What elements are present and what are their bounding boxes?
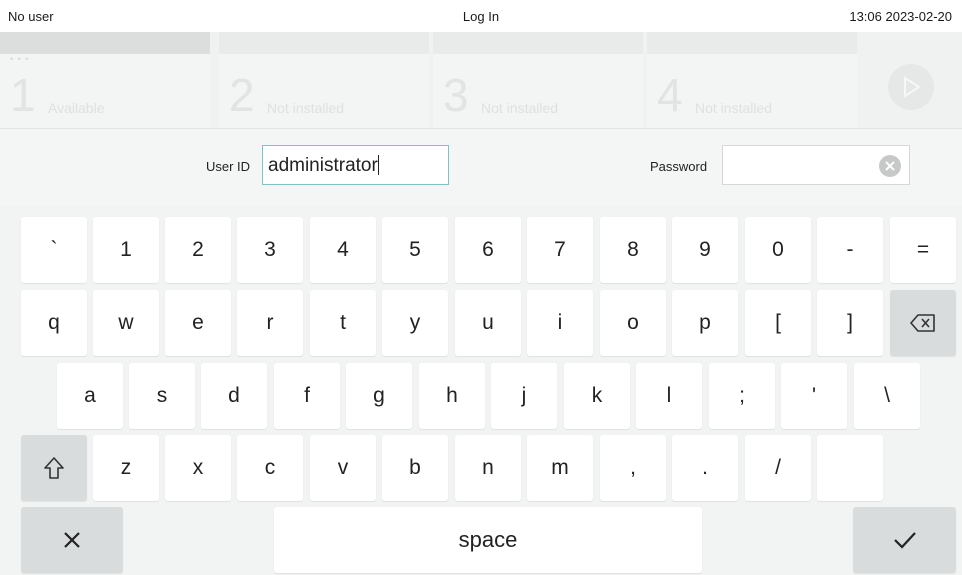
key[interactable]: 0 [745,217,811,283]
key[interactable]: [ [745,290,811,356]
key[interactable]: q [21,290,87,356]
key[interactable]: k [564,363,630,429]
key[interactable]: j [491,363,557,429]
key[interactable]: 4 [310,217,376,283]
key[interactable]: p [672,290,738,356]
top-bar: No user Log In 13:06 2023-02-20 [0,0,962,32]
key[interactable]: 9 [672,217,738,283]
key[interactable]: 7 [527,217,593,283]
key[interactable]: l [636,363,702,429]
key[interactable]: s [129,363,195,429]
slot-number: 4 [657,69,683,121]
close-icon [885,161,895,171]
key[interactable]: m [527,435,593,501]
key[interactable]: 8 [600,217,666,283]
key[interactable]: / [745,435,811,501]
slot-1: • • • 1 Available [0,32,210,128]
text-caret [377,155,379,175]
datetime: 13:06 2023-02-20 [849,9,952,24]
key[interactable]: u [455,290,521,356]
key[interactable]: r [237,290,303,356]
key[interactable]: n [455,435,521,501]
page-title: Log In [462,9,500,24]
key[interactable]: y [382,290,448,356]
key[interactable]: c [237,435,303,501]
key[interactable]: , [600,435,666,501]
key[interactable]: 2 [165,217,231,283]
key[interactable]: = [890,217,956,283]
cancel-button[interactable] [21,507,123,573]
key[interactable]: z [93,435,159,501]
key[interactable]: 3 [237,217,303,283]
space-key[interactable]: space [274,507,702,573]
key[interactable]: \ [854,363,920,429]
key[interactable]: d [201,363,267,429]
slot-number: 1 [10,69,36,121]
key[interactable]: h [419,363,485,429]
slot-status: Available [48,100,105,116]
key[interactable]: ] [817,290,883,356]
check-icon [893,532,916,549]
slot-dots: • • • [10,54,30,64]
password-label: Password [650,159,708,174]
key[interactable]: w [93,290,159,356]
user-id-label: User ID [206,159,251,174]
slot-3: 3 Not installed [433,32,643,128]
key[interactable]: x [165,435,231,501]
key[interactable]: f [274,363,340,429]
run-button [888,64,934,110]
play-icon [904,76,921,98]
key[interactable]: g [346,363,412,429]
shift-icon [44,457,64,479]
key[interactable]: ; [709,363,775,429]
shift-key[interactable] [21,435,87,501]
backspace-icon [910,314,935,332]
key[interactable]: o [600,290,666,356]
key[interactable]: e [165,290,231,356]
key[interactable]: 5 [382,217,448,283]
confirm-button[interactable] [853,507,956,573]
close-icon [64,532,80,548]
key[interactable]: ` [21,217,87,283]
user-id-input[interactable]: administrator [262,145,449,185]
key[interactable] [817,435,883,501]
key[interactable]: ' [781,363,847,429]
key[interactable]: a [57,363,123,429]
slot-number: 2 [229,69,255,121]
backspace-key[interactable] [890,290,956,356]
key[interactable]: 6 [455,217,521,283]
key[interactable]: v [310,435,376,501]
slot-2: 2 Not installed [219,32,429,128]
key[interactable]: - [817,217,883,283]
key[interactable]: b [382,435,448,501]
key[interactable]: t [310,290,376,356]
slot-status: Not installed [695,100,773,116]
key[interactable]: i [527,290,593,356]
key[interactable]: . [672,435,738,501]
slot-number: 3 [443,69,469,121]
slot-status: Not installed [481,100,559,116]
slot-4: 4 Not installed [647,32,857,128]
slot-status: Not installed [267,100,345,116]
clear-password-button[interactable] [879,155,901,177]
login-form: User ID administrator Password [0,128,962,207]
user-id-value: administrator [268,155,378,176]
module-slots: • • • 1 Available 2 Not installed 3 Not … [0,32,962,128]
key[interactable]: 1 [93,217,159,283]
on-screen-keyboard: ` 1 2 3 4 5 6 7 8 9 0 - = q w e r t y u … [0,206,962,575]
password-input[interactable] [722,145,910,185]
